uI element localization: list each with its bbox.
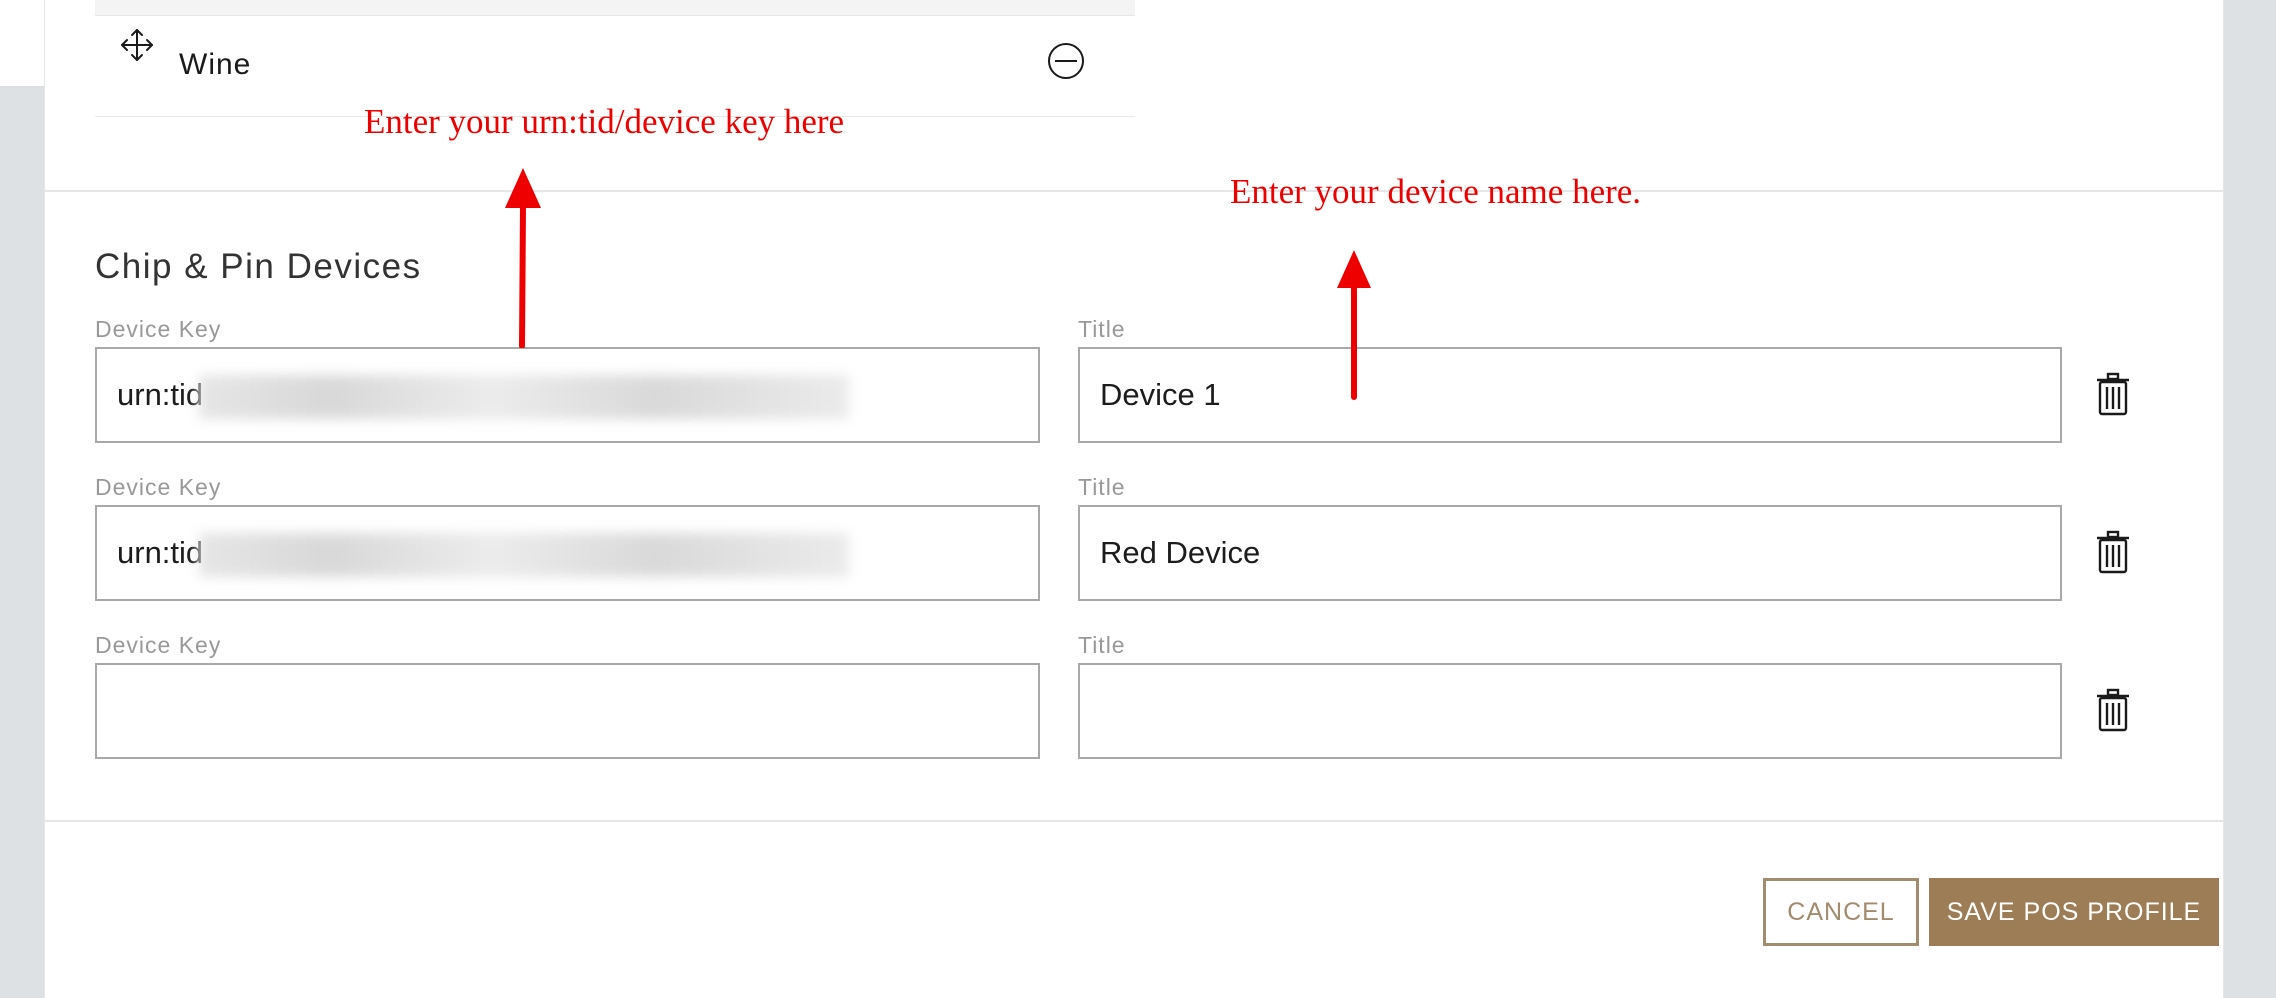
cancel-button[interactable]: CANCEL [1763, 878, 1919, 946]
title-label: Title [1078, 632, 1126, 658]
move-handle-icon[interactable] [120, 28, 154, 62]
device-title-input[interactable]: Red Device [1078, 505, 2062, 601]
device-title-value: Red Device [1100, 535, 1261, 570]
device-key-hint: Enter your urn:tid/device key here [364, 102, 845, 141]
trash-icon[interactable] [2095, 688, 2131, 732]
device-key-input[interactable]: urn:tid [95, 505, 1040, 601]
device-key-label: Device Key [95, 474, 222, 500]
pos-profile-card: Wine Chip & Pin Devices Device Key Title… [44, 0, 2224, 998]
left-panel-edge [0, 0, 44, 86]
arrow-up-icon [1337, 250, 1371, 400]
title-label: Title [1078, 316, 1126, 342]
category-item-label: Wine [179, 48, 252, 81]
device-title-value: Device 1 [1100, 377, 1221, 412]
save-pos-profile-button[interactable]: SAVE POS PROFILE [1929, 878, 2219, 946]
device-key-value: urn:tid [117, 535, 204, 570]
device-key-input[interactable]: urn:tid [95, 347, 1040, 443]
section-title: Chip & Pin Devices [95, 247, 422, 286]
title-label: Title [1078, 474, 1126, 500]
device-key-label: Device Key [95, 316, 222, 342]
device-key-value: urn:tid [117, 377, 204, 412]
redacted-key-blur [199, 532, 850, 577]
section-divider-top [45, 190, 2223, 192]
arrow-up-icon [505, 168, 541, 348]
device-title-input[interactable]: Device 1 [1078, 347, 2062, 443]
device-title-hint: Enter your device name here. [1230, 172, 1642, 211]
device-key-label: Device Key [95, 632, 222, 658]
device-key-input[interactable] [95, 663, 1040, 759]
redacted-key-blur [199, 374, 850, 419]
category-list-top-row [95, 0, 1135, 16]
trash-icon[interactable] [2095, 530, 2131, 574]
section-divider-bottom [45, 820, 2223, 822]
device-title-input[interactable] [1078, 663, 2062, 759]
remove-circle-icon[interactable] [1047, 42, 1085, 80]
trash-icon[interactable] [2095, 372, 2131, 416]
